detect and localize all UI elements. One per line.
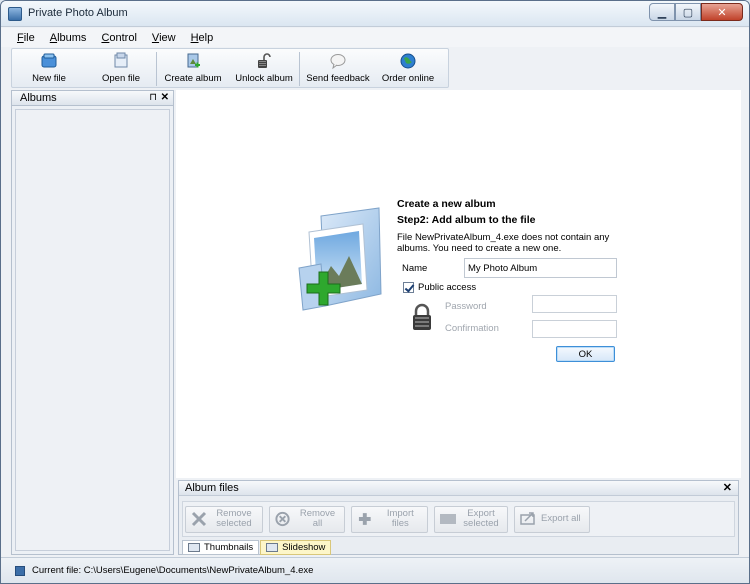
album-files-panel: Album files ✕ Remove selected Remove all — [178, 480, 739, 555]
window-title: Private Photo Album — [28, 7, 128, 19]
albums-list[interactable] — [15, 109, 170, 551]
maximize-button[interactable]: ▢ — [675, 3, 701, 21]
public-access-checkbox[interactable] — [403, 282, 414, 293]
new-file-icon — [41, 53, 57, 68]
confirmation-label: Confirmation — [445, 323, 499, 334]
wizard-description: File NewPrivateAlbum_4.exe does not cont… — [397, 232, 610, 254]
name-label: Name — [402, 263, 428, 274]
create-album-button[interactable]: Create album — [157, 49, 229, 87]
remove-all-icon — [275, 511, 290, 527]
public-access-label: Public access — [418, 282, 477, 293]
close-panel-icon[interactable]: ✕ — [161, 91, 169, 105]
remove-selected-button[interactable]: Remove selected — [185, 505, 263, 533]
password-input[interactable] — [532, 295, 617, 313]
album-files-title: Album files — [185, 482, 239, 494]
tab-slideshow[interactable]: Slideshow — [260, 540, 332, 555]
maximize-icon: ▢ — [682, 6, 694, 19]
open-file-icon — [114, 52, 128, 68]
export-selected-icon — [440, 514, 456, 524]
import-files-button[interactable]: Import files — [351, 505, 428, 533]
globe-icon — [400, 53, 416, 69]
menu-control[interactable]: Control — [101, 32, 136, 44]
close-button[interactable]: ✕ — [701, 3, 743, 21]
close-panel-icon[interactable]: ✕ — [723, 481, 732, 495]
public-access-option[interactable]: Public access — [403, 282, 476, 293]
order-online-button[interactable]: Order online — [376, 49, 440, 87]
view-tabs: Thumbnails Slideshow — [182, 540, 332, 555]
send-feedback-button[interactable]: Send feedback — [300, 49, 376, 87]
current-file-status: Current file: C:\Users\Eugene\Documents\… — [32, 565, 314, 576]
password-label: Password — [445, 301, 487, 312]
app-icon — [8, 7, 22, 21]
albums-panel: Albums ⊓ ✕ — [11, 90, 174, 555]
album-files-header: Album files ✕ — [179, 481, 738, 496]
menu-albums[interactable]: Albums — [50, 32, 87, 44]
confirmation-input[interactable] — [532, 320, 617, 338]
albums-panel-title: Albums — [20, 92, 57, 104]
create-album-icon — [187, 53, 200, 68]
close-icon: ✕ — [717, 6, 727, 19]
menu-help[interactable]: Help — [191, 32, 214, 44]
status-bar: Current file: C:\Users\Eugene\Documents\… — [1, 557, 749, 583]
title-bar: Private Photo Album ▁ ▢ ✕ — [1, 1, 749, 27]
open-file-button[interactable]: Open file — [86, 49, 156, 87]
slideshow-icon — [266, 543, 279, 552]
plus-icon — [358, 513, 371, 525]
minimize-button[interactable]: ▁ — [649, 3, 675, 21]
export-all-icon — [520, 512, 535, 525]
remove-x-icon — [191, 511, 207, 527]
feedback-bubble-icon — [330, 54, 346, 70]
thumbnails-icon — [188, 543, 200, 552]
albums-panel-header: Albums ⊓ ✕ — [12, 91, 173, 106]
app-window: Private Photo Album ▁ ▢ ✕ File Albums Co… — [0, 0, 750, 584]
wizard-title: Create a new album — [397, 198, 496, 210]
right-edge — [741, 90, 749, 555]
unlock-icon — [258, 53, 271, 68]
unlock-album-button[interactable]: Unlock album — [229, 49, 299, 87]
lock-icon — [413, 303, 431, 330]
menu-bar: File Albums Control View Help — [1, 28, 749, 47]
pin-icon[interactable]: ⊓ — [149, 91, 157, 105]
album-folder-illustration-icon — [298, 207, 382, 311]
wizard-step-title: Step2: Add album to the file — [397, 214, 536, 226]
window-controls: ▁ ▢ ✕ — [649, 3, 743, 21]
album-name-input[interactable] — [464, 258, 617, 278]
export-all-button[interactable]: Export all — [514, 505, 590, 533]
menu-file[interactable]: File — [17, 32, 35, 44]
minimize-icon: ▁ — [657, 6, 667, 19]
menu-view[interactable]: View — [152, 32, 176, 44]
remove-all-button[interactable]: Remove all — [269, 505, 345, 533]
album-files-toolbar: Remove selected Remove all Import files — [182, 501, 735, 537]
export-selected-button[interactable]: Export selected — [434, 505, 508, 533]
tab-thumbnails[interactable]: Thumbnails — [182, 540, 260, 555]
main-toolbar: New file Open file Create album Unlock a… — [11, 48, 449, 88]
ok-button[interactable]: OK — [556, 346, 615, 362]
new-file-button[interactable]: New file — [12, 49, 86, 87]
file-status-icon — [15, 565, 25, 576]
